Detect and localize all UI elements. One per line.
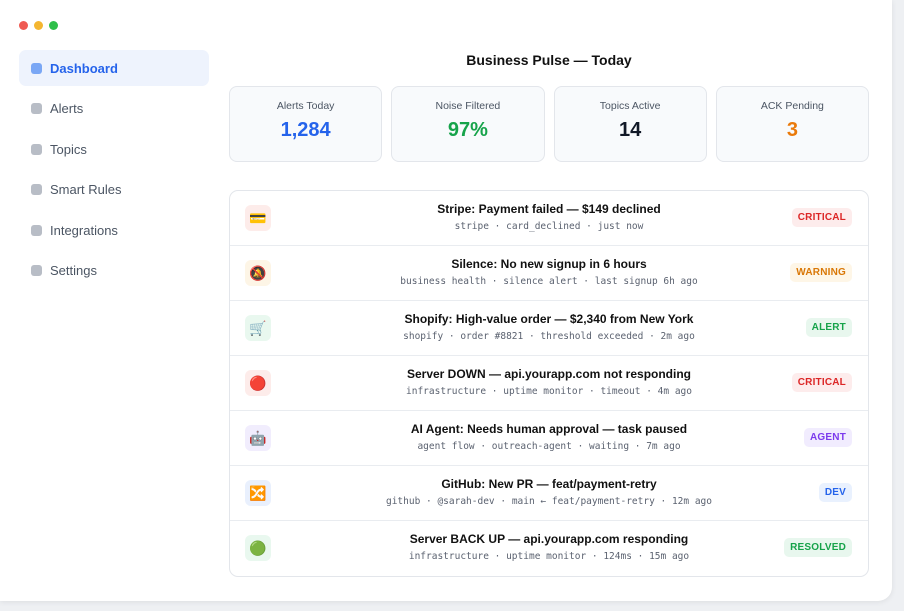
window-controls bbox=[19, 21, 58, 30]
close-window-button[interactable] bbox=[19, 21, 28, 30]
sidebar-item-icon bbox=[31, 184, 42, 196]
sidebar-item-label: Dashboard bbox=[50, 60, 118, 76]
alert-row[interactable]: 🟢 Server BACK UP — api.yourapp.com respon… bbox=[230, 521, 868, 576]
sidebar-item-topics[interactable]: Topics bbox=[19, 131, 209, 167]
sidebar: Dashboard Alerts Topics Smart Rules Integrat… bbox=[19, 50, 209, 294]
alert-title: GitHub: New PR — feat/payment-retry bbox=[441, 477, 657, 491]
sidebar-item-label: Alerts bbox=[50, 101, 84, 117]
sidebar-item-dashboard[interactable]: Dashboard bbox=[19, 50, 209, 86]
alert-title: Server DOWN — api.yourapp.com not respon… bbox=[406, 367, 692, 381]
stat-label: Topics Active bbox=[599, 100, 661, 112]
alert-meta: infrastructure · uptime monitor · timeou… bbox=[406, 386, 692, 397]
alert-meta: stripe · card_declined · just now bbox=[454, 221, 644, 232]
status-badge: CRITICAL bbox=[791, 208, 852, 227]
alert-title: Stripe: Payment failed — $149 declined bbox=[437, 202, 661, 216]
stat-card-noise-filtered: Noise Filtered 97% bbox=[391, 86, 545, 162]
alert-row[interactable]: 🤖 AI Agent: Needs human approval — task p… bbox=[230, 411, 868, 466]
alert-title: Server BACK UP — api.yourapp.com respond… bbox=[409, 532, 689, 546]
sidebar-item-smart-rules[interactable]: Smart Rules bbox=[19, 172, 209, 208]
sidebar-item-icon bbox=[31, 103, 42, 115]
stat-label: ACK Pending bbox=[760, 100, 824, 112]
maximize-window-button[interactable] bbox=[49, 21, 58, 30]
stat-label: Alerts Today bbox=[276, 100, 335, 112]
status-badge: DEV bbox=[818, 483, 852, 502]
alert-row[interactable]: 🛒 Shopify: High-value order — $2,340 from… bbox=[230, 301, 868, 356]
sidebar-item-integrations[interactable]: Integrations bbox=[19, 212, 209, 248]
alert-row[interactable]: 🔴 Server DOWN — api.yourapp.com not respo… bbox=[230, 356, 868, 411]
stat-label: Noise Filtered bbox=[435, 100, 501, 112]
stat-value: 1,284 bbox=[280, 119, 331, 141]
alert-meta: infrastructure · uptime monitor · 124ms … bbox=[408, 551, 690, 562]
alert-title: Shopify: High-value order — $2,340 from … bbox=[404, 312, 694, 326]
sidebar-item-icon bbox=[31, 265, 42, 277]
stat-card-ack-pending: ACK Pending 3 bbox=[715, 86, 869, 162]
alert-meta: shopify · order #8821 · threshold exceed… bbox=[403, 331, 695, 342]
alert-meta: github · @sarah-dev · main ← feat/paymen… bbox=[385, 496, 712, 507]
sidebar-item-label: Smart Rules bbox=[50, 182, 122, 198]
alert-feed: 💳 Stripe: Payment failed — $149 declined s… bbox=[229, 190, 869, 577]
stat-value: 14 bbox=[619, 119, 642, 141]
alert-row[interactable]: 💳 Stripe: Payment failed — $149 declined s… bbox=[230, 191, 868, 246]
status-badge: RESOLVED bbox=[784, 538, 852, 557]
stat-card-alerts-today: Alerts Today 1,284 bbox=[229, 86, 383, 162]
status-badge: WARNING bbox=[790, 263, 852, 282]
page-title: Business Pulse — Today bbox=[466, 52, 632, 68]
alert-meta: business health · silence alert · last s… bbox=[400, 276, 698, 287]
alert-row[interactable]: 🔕 Silence: No new signup in 6 hours busine… bbox=[230, 246, 868, 301]
status-badge: ALERT bbox=[805, 318, 852, 337]
stats-row: Alerts Today 1,284 Noise Filtered 97% Topics… bbox=[229, 86, 869, 162]
sidebar-item-alerts[interactable]: Alerts bbox=[19, 91, 209, 127]
stat-card-topics-active: Topics Active 14 bbox=[553, 86, 707, 162]
main-panel: Business Pulse — Today Alerts Today 1,284… bbox=[229, 50, 869, 577]
alert-title: AI Agent: Needs human approval — task pa… bbox=[410, 422, 688, 436]
sidebar-item-icon bbox=[31, 143, 42, 155]
alert-meta: agent flow · outreach-agent · waiting · … bbox=[417, 441, 681, 452]
status-badge: AGENT bbox=[804, 428, 852, 447]
sidebar-item-settings[interactable]: Settings bbox=[19, 253, 209, 289]
minimize-window-button[interactable] bbox=[34, 21, 43, 30]
sidebar-item-label: Topics bbox=[50, 141, 87, 157]
sidebar-item-icon bbox=[31, 62, 42, 74]
stat-value: 3 bbox=[786, 119, 798, 141]
stat-value: 97% bbox=[447, 119, 488, 141]
sidebar-item-label: Settings bbox=[50, 263, 97, 279]
sidebar-item-icon bbox=[31, 224, 42, 236]
app-window: Dashboard Alerts Topics Smart Rules Integrat… bbox=[0, 0, 892, 601]
sidebar-item-label: Integrations bbox=[50, 222, 118, 238]
status-badge: CRITICAL bbox=[791, 373, 852, 392]
alert-title: Silence: No new signup in 6 hours bbox=[451, 257, 647, 271]
alert-row[interactable]: 🔀 GitHub: New PR — feat/payment-retry gith… bbox=[230, 466, 868, 521]
